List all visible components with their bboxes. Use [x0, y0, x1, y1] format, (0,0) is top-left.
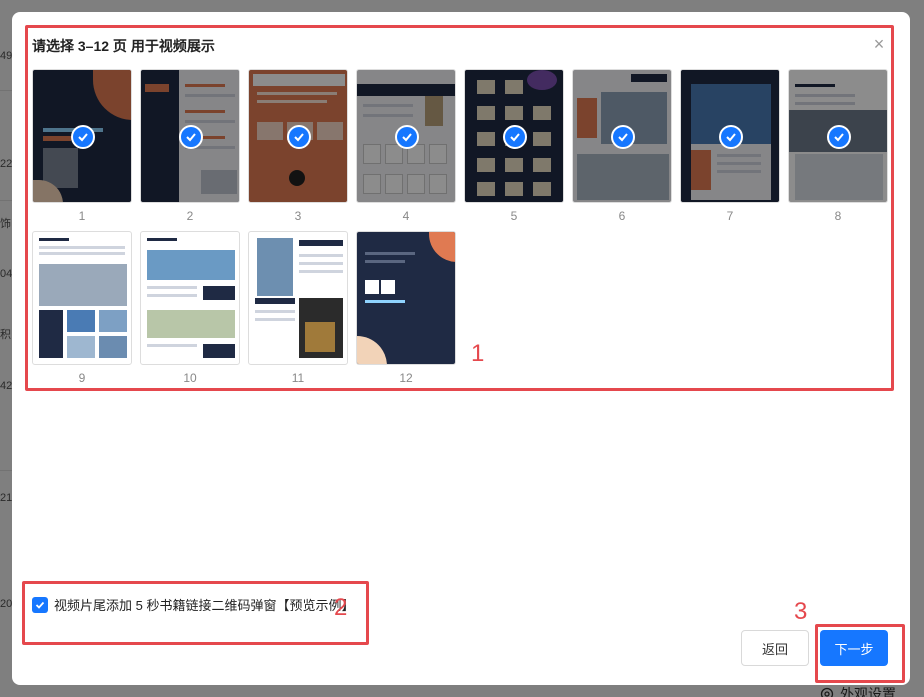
- page-number: 9: [78, 371, 86, 385]
- close-icon[interactable]: ×: [871, 35, 887, 53]
- page-preview: [140, 231, 240, 365]
- annotation-number-3: 3: [794, 598, 808, 625]
- page-number: 8: [834, 209, 842, 223]
- checkbox[interactable]: [32, 596, 48, 613]
- annotation-number-1: 1: [471, 340, 485, 367]
- page-number: 10: [183, 371, 197, 385]
- checkmark-icon: [71, 125, 95, 149]
- next-button[interactable]: 下一步: [820, 630, 888, 666]
- page-number: 1: [78, 209, 86, 223]
- annotation-number-2: 2: [334, 594, 348, 621]
- page-preview: [248, 69, 348, 203]
- checkmark-icon: [827, 125, 851, 149]
- page-thumbnail[interactable]: 9: [32, 231, 132, 385]
- page-preview: [140, 69, 240, 203]
- page-thumbnail[interactable]: 2: [140, 69, 240, 223]
- back-button[interactable]: 返回: [741, 630, 809, 666]
- page-thumbnail[interactable]: 5: [464, 69, 564, 223]
- page-thumbnail[interactable]: 6: [572, 69, 672, 223]
- page-thumbnail[interactable]: 3: [248, 69, 348, 223]
- page-thumbnail[interactable]: 8: [788, 69, 888, 223]
- page-thumbnail[interactable]: 1: [32, 69, 132, 223]
- checkmark-icon: [719, 125, 743, 149]
- page-preview: [464, 69, 564, 203]
- page-preview: [680, 69, 780, 203]
- page-number: 2: [186, 209, 194, 223]
- page-thumbnail[interactable]: 10: [140, 231, 240, 385]
- checkmark-icon: [35, 601, 45, 609]
- checkmark-icon: [287, 125, 311, 149]
- page-preview: [788, 69, 888, 203]
- checkmark-icon: [179, 125, 203, 149]
- checkmark-icon: [395, 125, 419, 149]
- page-number: 4: [402, 209, 410, 223]
- page-preview: [356, 69, 456, 203]
- modal-title: 请选择 3–12 页 用于视频展示: [32, 38, 215, 54]
- tail-qr-option-label: 视频片尾添加 5 秒书籍链接二维码弹窗【预览示例】: [54, 598, 355, 613]
- tail-qr-option[interactable]: 视频片尾添加 5 秒书籍链接二维码弹窗【预览示例】: [32, 595, 354, 614]
- page-thumbnail[interactable]: 4: [356, 69, 456, 223]
- checkmark-icon: [503, 125, 527, 149]
- page-number: 12: [399, 371, 413, 385]
- page-preview: [32, 69, 132, 203]
- page-preview: [32, 231, 132, 365]
- page-thumbnail[interactable]: 11: [248, 231, 348, 385]
- page-number: 7: [726, 209, 734, 223]
- page-number: 11: [291, 371, 305, 385]
- page-number: 6: [618, 209, 626, 223]
- page-number: 3: [294, 209, 302, 223]
- checkmark-icon: [611, 125, 635, 149]
- page-preview: [572, 69, 672, 203]
- page-select-modal: 请选择 3–12 页 用于视频展示 × 1 2 3 4 5 6 7 8 9 10…: [12, 12, 910, 685]
- page-preview: [248, 231, 348, 365]
- page-thumbnail[interactable]: 7: [680, 69, 780, 223]
- page-thumbnail[interactable]: 12: [356, 231, 456, 385]
- page-number: 5: [510, 209, 518, 223]
- page-preview: [356, 231, 456, 365]
